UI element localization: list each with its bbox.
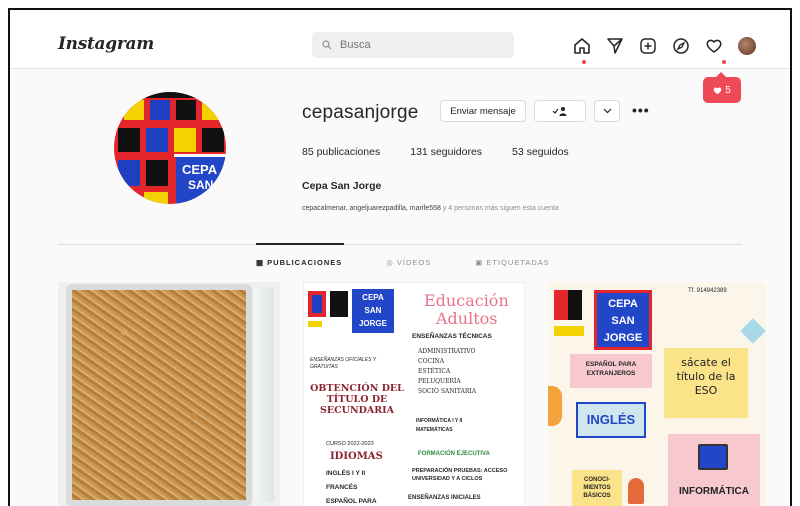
home-icon[interactable] bbox=[572, 36, 592, 56]
flyer3-person-icon bbox=[628, 478, 644, 504]
activity-heart-icon[interactable] bbox=[704, 36, 724, 56]
followed-by-names: cepacalmenar, angeljuarezpadilla, marife… bbox=[302, 205, 441, 212]
notification-badge[interactable]: 5 bbox=[703, 72, 741, 103]
post-thumbnail-2[interactable]: CEPA SAN JORGE Educación Adultos ENSEÑANZA… bbox=[303, 282, 525, 506]
search-input[interactable] bbox=[338, 38, 502, 52]
explore-icon[interactable] bbox=[671, 36, 691, 56]
heart-icon bbox=[713, 86, 722, 94]
dish-reflection bbox=[254, 288, 274, 502]
flyer-logo: CEPA SAN JORGE bbox=[308, 289, 396, 335]
baking-dish-image bbox=[66, 284, 252, 506]
flyer-tech-list: ADMINISTRATIVO COCINA ESTÉTICA PELUQUERÍ… bbox=[418, 348, 477, 395]
flyer-formacion: FORMACIÓN EJECUTIVA bbox=[418, 451, 490, 457]
flyer-tech-heading: ENSEÑANZAS TÉCNICAS bbox=[412, 333, 492, 340]
flyer-lang-list: INGLÉS I Y II FRANCÉS ESPAÑOL PARA bbox=[326, 470, 377, 505]
browser-top-strip bbox=[0, 0, 800, 8]
person-check-icon bbox=[552, 107, 567, 116]
flyer3-espanol: ESPAÑOL PARA EXTRANJEROS bbox=[570, 354, 652, 388]
activity-dot bbox=[722, 60, 726, 64]
flyer3-ingles: INGLÉS bbox=[576, 402, 646, 438]
profile-divider bbox=[58, 244, 742, 245]
profile-username: cepasanjorge bbox=[302, 102, 419, 123]
flyer3-logo-stripes bbox=[554, 290, 592, 342]
profile-avatar[interactable] bbox=[737, 36, 757, 56]
profile-tabs: ▦ PUBLICACIONES ◎ VÍDEOS ▣ ETIQUETADAS bbox=[256, 258, 550, 267]
flyer-phone: Tf. 914942389 bbox=[688, 288, 727, 294]
instagram-window: Instagram 5 bbox=[8, 8, 792, 506]
followers-count[interactable]: 131 seguidores bbox=[410, 146, 482, 158]
post-thumbnail-1[interactable] bbox=[58, 282, 280, 506]
tab-etiquetadas[interactable]: ▣ ETIQUETADAS bbox=[475, 258, 550, 267]
home-indicator-dot bbox=[582, 60, 586, 64]
flyer-prep: PREPARACIÓN PRUEBAS: ACCESO UNIVERSIDAD … bbox=[412, 468, 508, 482]
profile-picture[interactable]: CEPA SAN bbox=[114, 92, 226, 204]
active-tab-indicator bbox=[256, 243, 344, 245]
following-count[interactable]: 53 seguidos bbox=[512, 146, 569, 158]
following-button[interactable] bbox=[534, 100, 586, 122]
flyer-small-text: ENSEÑANZAS OFICIALES Y GRATUITAS bbox=[310, 357, 376, 370]
more-options-icon[interactable]: ••• bbox=[632, 102, 650, 118]
tab-publicaciones[interactable]: ▦ PUBLICACIONES bbox=[256, 258, 342, 267]
profile-stats: 85 publicaciones 131 seguidores 53 segui… bbox=[302, 146, 599, 158]
nav-icons bbox=[572, 35, 757, 57]
post-thumbnail-3[interactable]: Tf. 914942389 CEPA SAN JORGE ESPAÑOL PARA … bbox=[548, 282, 766, 506]
profile-full-name: Cepa San Jorge bbox=[302, 180, 382, 192]
flyer3-informatica-box: INFORMÁTICA bbox=[668, 434, 760, 506]
followed-by[interactable]: cepacalmenar, angeljuarezpadilla, marife… bbox=[302, 205, 559, 212]
flyer3-deco-left bbox=[548, 386, 562, 426]
followed-by-rest: y 4 personas más siguen esta cuenta bbox=[440, 205, 559, 212]
flyer-title-1: Educación bbox=[424, 291, 509, 310]
avatar-text-cepa: CEPA bbox=[182, 162, 218, 177]
flyer3-logo-box: CEPA SAN JORGE bbox=[594, 290, 652, 350]
flyer-title-2: Adultos bbox=[436, 309, 498, 328]
flyer-iniciales: ENSEÑANZAS INICIALES bbox=[408, 495, 481, 501]
suggestions-dropdown-button[interactable] bbox=[594, 100, 620, 122]
chevron-down-icon bbox=[603, 108, 611, 114]
avatar-text-san: SAN bbox=[188, 178, 214, 192]
flyer3-sacate: sácate el título de la ESO bbox=[664, 348, 748, 418]
search-icon bbox=[322, 40, 332, 50]
flyer-idiomas: IDIOMAS bbox=[330, 451, 383, 462]
send-message-button[interactable]: Enviar mensaje bbox=[440, 100, 526, 122]
flyer-curso: CURSO 2022-2023 bbox=[326, 441, 374, 447]
computer-icon bbox=[698, 444, 728, 470]
search-box[interactable] bbox=[312, 32, 514, 58]
posts-count: 85 publicaciones bbox=[302, 146, 381, 158]
flyer3-deco-right bbox=[740, 318, 766, 344]
top-nav-bar: Instagram bbox=[10, 10, 790, 69]
flyer3-conoc: CONOCI-MIENTOS BÁSICOS bbox=[572, 470, 622, 506]
new-post-icon[interactable] bbox=[638, 36, 658, 56]
flyer-info-list: INFORMÁTICA I Y II MATEMÁTICAS bbox=[416, 418, 463, 433]
instagram-logo[interactable]: Instagram bbox=[58, 34, 154, 54]
notification-count: 5 bbox=[725, 84, 731, 96]
flyer3-informatica: INFORMÁTICA bbox=[679, 486, 749, 497]
tab-videos[interactable]: ◎ VÍDEOS bbox=[386, 258, 431, 267]
flyer-obtencion: OBTENCIÓN DEL TÍTULO DE SECUNDARIA bbox=[310, 383, 404, 416]
direct-icon[interactable] bbox=[605, 36, 625, 56]
